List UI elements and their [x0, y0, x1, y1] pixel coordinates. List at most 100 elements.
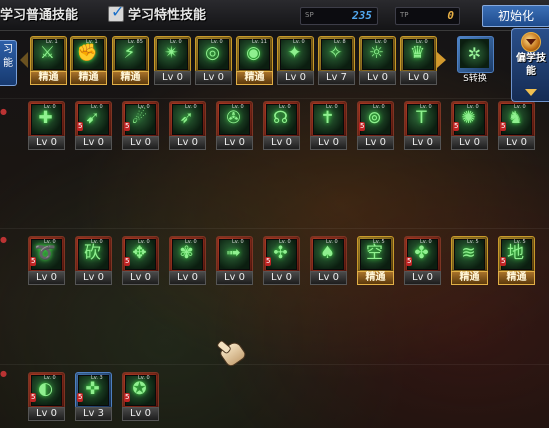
tab-learn-special-skills[interactable]: 学习特性技能 [128, 6, 206, 26]
skill-level-tag: Lv. 0 [514, 104, 526, 110]
skill-level-tag: Lv. 0 [44, 104, 56, 110]
skill-level-label: Lv 0 [75, 271, 112, 285]
skill-slot[interactable]: ◉ Lv. 11 精通 [236, 36, 273, 86]
skill-level-label: Lv 0 [169, 136, 206, 150]
skill-slot[interactable]: ✺ Lv. 0 5 Lv 0 [451, 101, 488, 151]
skill-level-label: Lv 0 [216, 271, 253, 285]
skill-level-label: 精通 [498, 271, 535, 285]
row-divider [0, 364, 549, 365]
skill-slot[interactable]: 地 Lv. 5 5 精通 [498, 236, 535, 286]
skill-slot[interactable]: ✇ Lv. 0 Lv 0 [216, 101, 253, 151]
tp-value: 0 [447, 9, 454, 22]
hand-cursor-icon [216, 339, 248, 370]
skill-slot[interactable]: T Lv. 0 Lv 0 [404, 101, 441, 151]
skill-lock-badge: 5 [124, 393, 131, 402]
skill-level-tag: Lv. 0 [232, 104, 244, 110]
skill-level-label: 精通 [70, 71, 107, 85]
skill-convert-button[interactable]: ✲ S转换 [454, 36, 496, 88]
skill-slot[interactable]: ⚡ Lv. 85 精通 [112, 36, 149, 86]
skill-slot[interactable]: ◎ Lv. 0 Lv 0 [195, 36, 232, 86]
skill-slot[interactable]: 砍 Lv. 0 Lv 0 [75, 236, 112, 286]
skill-level-tag: Lv. 0 [279, 239, 291, 245]
skill-level-label: 精通 [112, 71, 149, 85]
special-skill-checkbox[interactable]: ✓ [108, 2, 124, 22]
skill-level-label: Lv 0 [195, 71, 232, 85]
preferred-skills-button[interactable]: 偏学技能 [511, 28, 549, 102]
reset-skills-button[interactable]: 初始化 [482, 5, 549, 27]
skill-level-tag: Lv. 0 [279, 104, 291, 110]
skill-slot[interactable]: ♠ Lv. 0 Lv 0 [310, 236, 347, 286]
left-side-tab[interactable]: 习能 [0, 40, 17, 86]
skill-level-tag: Lv. 8 [334, 39, 346, 45]
convert-icon: ✲ [460, 39, 489, 68]
skill-level-label: Lv 0 [451, 136, 488, 150]
convert-label: S转换 [463, 74, 487, 84]
tp-display: TP 0 [395, 7, 460, 25]
skill-slot[interactable]: ✾ Lv. 0 Lv 0 [169, 236, 206, 286]
skill-slot[interactable]: ≋ Lv. 5 精通 [451, 236, 488, 286]
skill-level-label: Lv 0 [277, 71, 314, 85]
chevron-down-icon[interactable] [525, 89, 537, 96]
skill-slot[interactable]: ✦ Lv. 0 Lv 0 [277, 36, 314, 86]
skill-level-tag: Lv. 1 [86, 39, 98, 45]
skill-lock-badge: 5 [265, 257, 272, 266]
row-divider [0, 228, 549, 229]
skill-level-tag: Lv. 0 [375, 39, 387, 45]
skill-slot[interactable]: ➹ Lv. 0 5 Lv 0 [75, 101, 112, 151]
skill-slot[interactable]: ♛ Lv. 0 Lv 0 [400, 36, 437, 86]
skill-level-label: Lv 7 [318, 71, 355, 85]
scroll-right-icon[interactable] [437, 52, 446, 68]
skill-level-label: 精通 [30, 71, 67, 85]
skill-level-label: Lv 0 [154, 71, 191, 85]
skill-level-tag: Lv. 0 [44, 239, 56, 245]
sp-label: SP [305, 11, 314, 19]
skill-slot[interactable]: ⊚ Lv. 0 5 Lv 0 [357, 101, 394, 151]
skill-level-tag: Lv. 0 [138, 104, 150, 110]
skill-slot[interactable]: ➰ Lv. 0 5 Lv 0 [28, 236, 65, 286]
scroll-left-icon[interactable] [20, 52, 28, 68]
tp-label: TP [400, 11, 409, 19]
skill-slot[interactable]: ☊ Lv. 0 Lv 0 [263, 101, 300, 151]
row-marker-icon: ● [0, 369, 7, 378]
skill-slot[interactable]: ✊ Lv. 1 精通 [70, 36, 107, 86]
skill-level-tag: Lv. 5 [467, 239, 479, 245]
skill-slot[interactable]: ⚔ Lv. 1 精通 [30, 36, 67, 86]
skill-slot[interactable]: ✚ Lv. 0 Lv 0 [28, 101, 65, 151]
tab-learn-normal-skills[interactable]: 学习普通技能 [0, 6, 78, 26]
skill-level-label: Lv 0 [216, 136, 253, 150]
skill-slot[interactable]: ✪ Lv. 0 5 Lv 0 [122, 372, 159, 422]
skill-level-label: Lv 0 [122, 271, 159, 285]
skill-slot[interactable]: ♞ Lv. 0 5 Lv 0 [498, 101, 535, 151]
skill-level-tag: Lv. 0 [91, 239, 103, 245]
skill-lock-badge: 5 [77, 122, 84, 131]
row-marker-icon: ● [0, 107, 7, 116]
skill-slot[interactable]: ☄ Lv. 0 5 Lv 0 [122, 101, 159, 151]
skill-level-label: Lv 0 [310, 271, 347, 285]
skill-lock-badge: 5 [359, 122, 366, 131]
skill-level-tag: Lv. 0 [211, 39, 223, 45]
skill-level-label: Lv 0 [400, 71, 437, 85]
skill-slot[interactable]: 空 Lv. 5 精通 [357, 236, 394, 286]
skill-slot[interactable]: ◐ Lv. 0 5 Lv 0 [28, 372, 65, 422]
skill-level-label: Lv 0 [75, 136, 112, 150]
skill-slot[interactable]: ✣ Lv. 0 5 Lv 0 [263, 236, 300, 286]
skill-level-label: 精通 [236, 71, 273, 85]
checkmark-icon: ✓ [111, 2, 125, 21]
skill-level-label: Lv 0 [263, 271, 300, 285]
skill-level-tag: Lv. 0 [420, 104, 432, 110]
skill-slot[interactable]: ➟ Lv. 0 Lv 0 [216, 236, 253, 286]
skill-slot[interactable]: ✧ Lv. 8 Lv 7 [318, 36, 355, 86]
skill-slot[interactable]: ✤ Lv. 0 5 Lv 0 [404, 236, 441, 286]
skill-slot[interactable]: ✴ Lv. 0 Lv 0 [154, 36, 191, 86]
skill-slot[interactable]: ✜ Lv. 3 5 Lv 3 [75, 372, 112, 422]
skill-slot[interactable]: ☼ Lv. 0 Lv 0 [359, 36, 396, 86]
skill-lock-badge: 5 [30, 393, 37, 402]
skill-lock-badge: 5 [124, 257, 131, 266]
skill-level-tag: Lv. 0 [91, 104, 103, 110]
sp-value: 235 [352, 9, 372, 22]
skill-slot[interactable]: ✥ Lv. 0 5 Lv 0 [122, 236, 159, 286]
skill-slot[interactable]: ➶ Lv. 0 Lv 0 [169, 101, 206, 151]
skill-slot[interactable]: ✝ Lv. 0 Lv 0 [310, 101, 347, 151]
row-divider [0, 98, 549, 99]
skill-level-tag: Lv. 0 [293, 39, 305, 45]
